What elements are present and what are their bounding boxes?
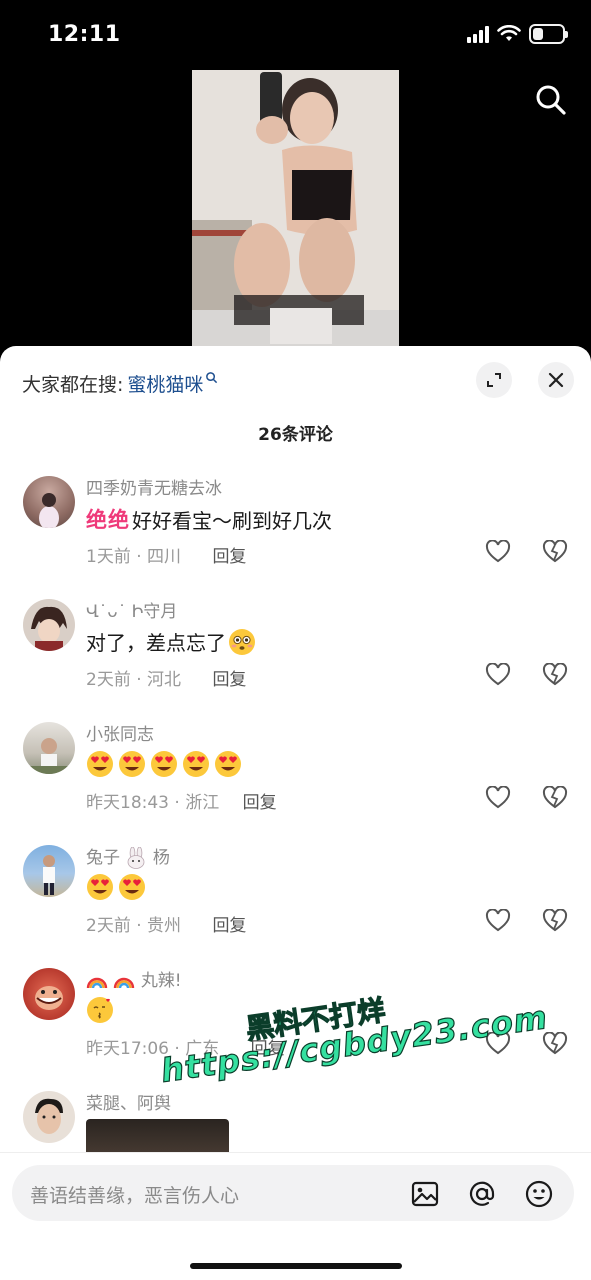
comment-count: 26条评论 xyxy=(258,425,333,445)
heart-eyes-emoji-icon xyxy=(87,751,113,777)
comment-body: 对了，差点忘了 xyxy=(86,631,226,655)
comment-username-suffix: 丸辣! xyxy=(140,971,182,991)
video-thumbnail[interactable] xyxy=(192,70,399,350)
comment-username[interactable]: 菜腿、阿舆 xyxy=(86,1089,171,1114)
comment-emoji-row xyxy=(86,996,114,1024)
comment-meta: 昨天17:06 · 广东 回复 xyxy=(86,1034,285,1059)
heart-eyes-emoji-icon xyxy=(183,751,209,777)
reply-button[interactable]: 回复 xyxy=(212,547,246,567)
avatar[interactable] xyxy=(23,968,75,1020)
comment-username-suffix: 杨 xyxy=(152,848,170,868)
home-indicator[interactable] xyxy=(190,1263,402,1269)
emoji-icon[interactable] xyxy=(524,1179,554,1209)
heart-icon[interactable] xyxy=(485,1032,511,1056)
comment-sheet: 大家都在搜: 蜜桃猫咪 26条评论 四季奶青无糖去冰 绝绝 好好看宝～刷到好几次… xyxy=(0,346,591,1280)
search-icon[interactable] xyxy=(533,82,569,118)
small-search-icon xyxy=(206,372,218,384)
comment-meta: 2天前 · 河北 回复 xyxy=(86,665,246,690)
comment-input-placeholder: 善语结善缘，恶言伤人心 xyxy=(30,1185,240,1207)
comment-input[interactable]: 善语结善缘，恶言伤人心 xyxy=(12,1165,574,1221)
close-icon xyxy=(548,372,564,388)
comment-meta: 2天前 · 贵州 回复 xyxy=(86,911,246,936)
wifi-icon xyxy=(497,25,521,41)
hot-search-label: 大家都在搜: xyxy=(22,374,124,396)
kiss-heart-emoji-icon xyxy=(87,997,113,1023)
comment-time-location: 1天前 · 四川 xyxy=(86,547,182,567)
rabbit-icon xyxy=(128,847,145,869)
heart-eyes-emoji-icon xyxy=(87,874,113,900)
avatar[interactable] xyxy=(23,845,75,897)
comment-username[interactable]: 丸辣! xyxy=(86,966,182,992)
signal-icon xyxy=(467,25,489,43)
hot-search-term[interactable]: 蜜桃猫咪 xyxy=(127,370,203,397)
comment-item: 丸辣! 昨天17:06 · 广东 回复 xyxy=(0,964,591,1087)
comment-time-location: 昨天18:43 · 浙江 xyxy=(86,793,220,813)
heart-icon[interactable] xyxy=(485,786,511,810)
reply-button[interactable]: 回复 xyxy=(212,916,246,936)
avatar[interactable] xyxy=(23,599,75,651)
comment-item: 四季奶青无糖去冰 绝绝 好好看宝～刷到好几次 1天前 · 四川 回复 xyxy=(0,472,591,595)
comment-username[interactable]: Վ˙ᴗ˙ Ի守月 xyxy=(86,597,177,622)
close-button[interactable] xyxy=(538,362,574,398)
comment-item: 兔子 杨 2天前 · 贵州 回复 xyxy=(0,841,591,964)
flushed-emoji-icon xyxy=(229,628,255,655)
comment-text: 对了，差点忘了 xyxy=(86,627,256,656)
heart-icon[interactable] xyxy=(485,540,511,564)
rainbow-icon xyxy=(86,977,108,989)
heart-eyes-emoji-icon xyxy=(119,751,145,777)
heart-icon[interactable] xyxy=(485,909,511,933)
reply-button[interactable]: 回复 xyxy=(212,670,246,690)
heart-icon[interactable] xyxy=(485,663,511,687)
status-icons xyxy=(467,24,568,44)
comment-item: 小张同志 昨天18:43 · 浙江 回复 xyxy=(0,718,591,841)
heart-eyes-emoji-icon xyxy=(151,751,177,777)
reply-button[interactable]: 回复 xyxy=(251,1039,285,1059)
comment-username[interactable]: 兔子 杨 xyxy=(86,843,170,869)
at-icon[interactable] xyxy=(467,1179,497,1209)
video-area[interactable] xyxy=(0,70,591,350)
broken-heart-icon[interactable] xyxy=(542,909,568,933)
comment-body: 好好看宝～刷到好几次 xyxy=(132,508,332,533)
comment-text: 绝绝 好好看宝～刷到好几次 xyxy=(86,504,332,534)
comment-time-location: 昨天17:06 · 广东 xyxy=(86,1039,220,1059)
broken-heart-icon[interactable] xyxy=(542,540,568,564)
battery-level xyxy=(533,28,543,40)
expand-icon xyxy=(487,373,501,387)
image-icon[interactable] xyxy=(410,1179,440,1209)
heart-eyes-emoji-icon xyxy=(119,874,145,900)
comment-badge: 绝绝 xyxy=(86,508,130,532)
comment-emoji-row xyxy=(86,873,146,901)
comment-meta: 1天前 · 四川 回复 xyxy=(86,542,246,567)
status-time: 12:11 xyxy=(48,22,121,47)
status-bar: 12:11 xyxy=(0,0,591,70)
comment-meta: 昨天18:43 · 浙江 回复 xyxy=(86,788,277,813)
comment-username[interactable]: 小张同志 xyxy=(86,720,154,745)
comment-time-location: 2天前 · 河北 xyxy=(86,670,182,690)
comment-username-prefix: 兔子 xyxy=(86,848,120,868)
comment-time-location: 2天前 · 贵州 xyxy=(86,916,182,936)
avatar[interactable] xyxy=(23,1091,75,1143)
rainbow-icon xyxy=(114,977,135,989)
battery-icon xyxy=(529,24,568,44)
expand-button[interactable] xyxy=(476,362,512,398)
comment-emoji-row xyxy=(86,750,242,778)
broken-heart-icon[interactable] xyxy=(542,1032,568,1056)
sheet-header: 大家都在搜: 蜜桃猫咪 xyxy=(0,346,591,416)
hot-search[interactable]: 大家都在搜: 蜜桃猫咪 xyxy=(22,370,218,397)
avatar[interactable] xyxy=(23,476,75,528)
comment-list: 四季奶青无糖去冰 绝绝 好好看宝～刷到好几次 1天前 · 四川 回复 Վ˙ᴗ˙ … xyxy=(0,472,591,1210)
broken-heart-icon[interactable] xyxy=(542,786,568,810)
comment-item: Վ˙ᴗ˙ Ի守月 对了，差点忘了 2天前 · 河北 回复 xyxy=(0,595,591,718)
broken-heart-icon[interactable] xyxy=(542,663,568,687)
avatar[interactable] xyxy=(23,722,75,774)
reply-button[interactable]: 回复 xyxy=(243,793,277,813)
comment-input-bar: 善语结善缘，恶言伤人心 xyxy=(0,1152,591,1280)
heart-eyes-emoji-icon xyxy=(215,751,241,777)
comment-username[interactable]: 四季奶青无糖去冰 xyxy=(86,474,222,499)
